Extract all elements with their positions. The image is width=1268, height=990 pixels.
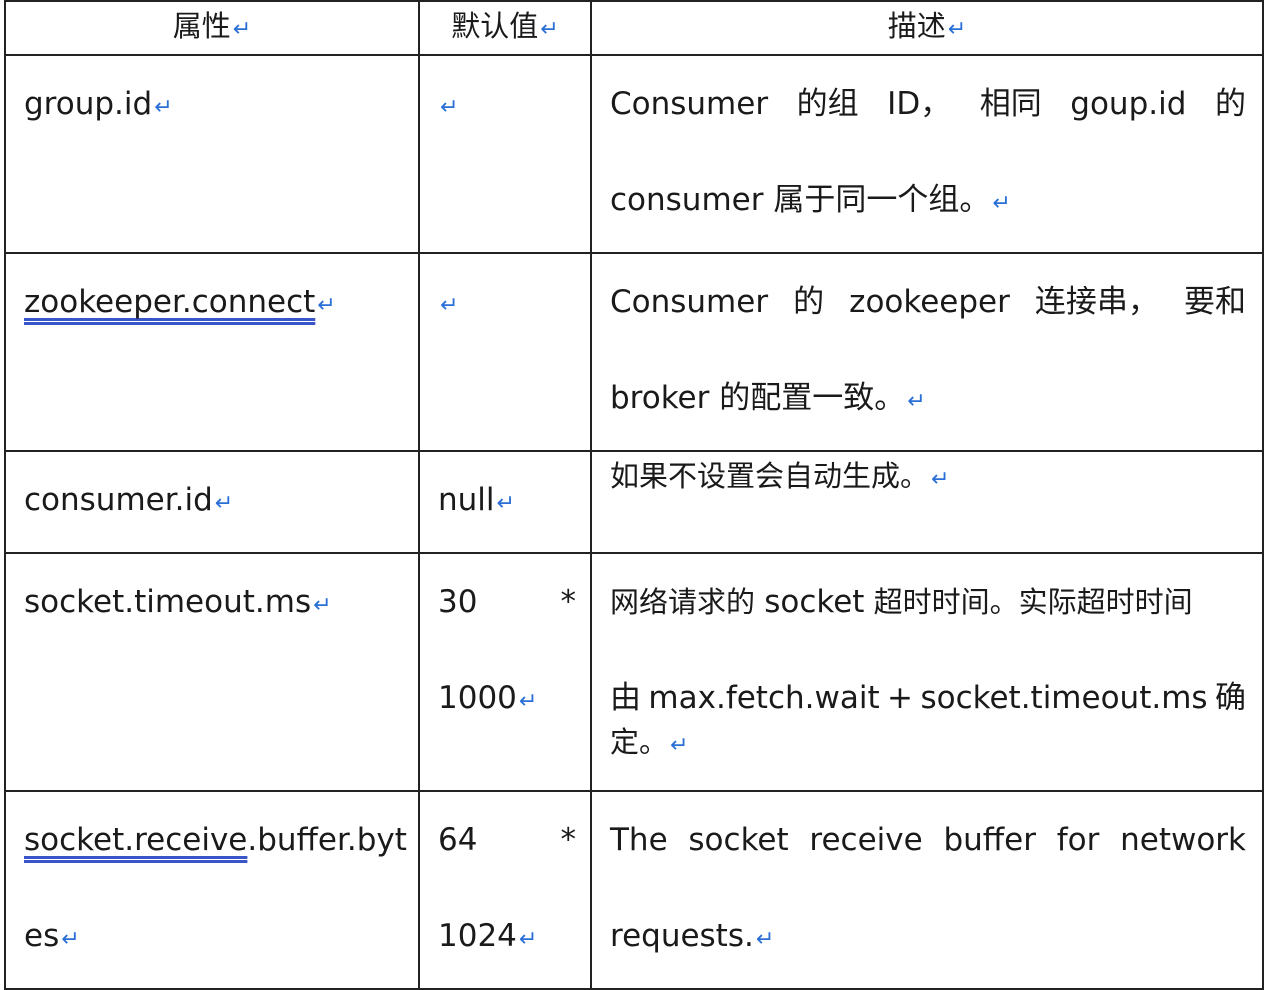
- property-cell: socket.timeout.ms↵: [4, 552, 420, 792]
- return-mark-icon: ↵: [755, 927, 775, 952]
- property-cell: zookeeper.connect↵: [4, 252, 420, 452]
- default-cell: ↵: [418, 54, 592, 254]
- default-line: 30 *: [438, 554, 576, 650]
- default-cell: ↵: [418, 252, 592, 452]
- return-mark-icon: ↵: [313, 593, 332, 618]
- default-cell: 64 * 1024↵: [418, 790, 592, 990]
- return-mark-icon: ↵: [907, 389, 926, 414]
- return-mark-icon: ↵: [232, 17, 252, 42]
- desc-line: requests.↵: [610, 918, 775, 954]
- desc-line: broker 的配置一致。↵: [610, 380, 926, 416]
- default-line: 64 *: [438, 792, 576, 888]
- desc-line: The socket receive buffer for network: [610, 822, 1246, 858]
- return-mark-icon: ↵: [518, 927, 538, 952]
- table-row: consumer.id↵ null↵ 如果不设置会自动生成。↵: [4, 450, 1264, 554]
- return-mark-icon: ↵: [440, 95, 459, 120]
- return-mark-icon: ↵: [947, 17, 967, 42]
- default-line: 1000↵: [438, 680, 538, 716]
- desc-line: Consumer 的 zookeeper 连接串， 要和: [610, 284, 1246, 320]
- property-cell: consumer.id↵: [4, 450, 420, 554]
- desc-line: 由 max.fetch.wait + socket.timeout.ms 确: [610, 680, 1246, 716]
- desc-line: consumer 属于同一个组。↵: [610, 182, 1011, 218]
- property-cell: socket.receive.buffer.byt es↵: [4, 790, 420, 990]
- return-mark-icon: ↵: [540, 17, 559, 42]
- desc-line: 如果不设置会自动生成。↵: [610, 459, 950, 493]
- description-cell: 网络请求的 socket 超时时间。实际超时时间 由 max.fetch.wait…: [590, 552, 1264, 792]
- return-mark-icon: ↵: [931, 467, 950, 492]
- property-cell: group.id↵: [4, 54, 420, 254]
- return-mark-icon: ↵: [61, 927, 80, 952]
- return-mark-icon: ↵: [670, 733, 689, 758]
- property-line: es↵: [24, 918, 80, 954]
- description-cell: Consumer 的 zookeeper 连接串， 要和 broker 的配置一致。↵: [590, 252, 1264, 452]
- config-table: 属性↵ 默认值↵ 描述↵ group.id↵ ↵ Consumer 的组 ID， 相同…: [4, 0, 1264, 990]
- multiply-sign: *: [560, 822, 577, 858]
- desc-line: 网络请求的 socket 超时时间。实际超时时间: [610, 584, 1193, 620]
- description-cell: Consumer 的组 ID， 相同 goup.id 的 consumer 属于同一个组。…: [590, 54, 1264, 254]
- description-cell: 如果不设置会自动生成。↵: [590, 450, 1264, 554]
- table-row: group.id↵ ↵ Consumer 的组 ID， 相同 goup.id 的 cons…: [4, 54, 1264, 254]
- return-mark-icon: ↵: [214, 491, 234, 516]
- header-row: 属性↵ 默认值↵ 描述↵: [4, 0, 1264, 56]
- property-line: socket.receive.buffer.byt: [24, 822, 407, 858]
- table-row: socket.timeout.ms↵ 30 * 1000↵ 网络请求的 socke…: [4, 552, 1264, 792]
- table-row: socket.receive.buffer.byt es↵ 64 * 1024↵ …: [4, 790, 1264, 990]
- header-default: 默认值↵: [418, 0, 592, 56]
- description-cell: The socket receive buffer for network request…: [590, 790, 1264, 990]
- table-row: zookeeper.connect↵ ↵ Consumer 的 zookeeper 连…: [4, 252, 1264, 452]
- return-mark-icon: ↵: [518, 689, 538, 714]
- return-mark-icon: ↵: [154, 95, 173, 120]
- header-description: 描述↵: [590, 0, 1264, 56]
- return-mark-icon: ↵: [992, 191, 1011, 216]
- default-cell: null↵: [418, 450, 592, 554]
- multiply-sign: *: [560, 584, 577, 620]
- desc-line: Consumer 的组 ID， 相同 goup.id 的: [610, 86, 1246, 122]
- return-mark-icon: ↵: [317, 293, 336, 318]
- header-property: 属性↵: [4, 0, 420, 56]
- default-cell: 30 * 1000↵: [418, 552, 592, 792]
- return-mark-icon: ↵: [440, 293, 459, 318]
- return-mark-icon: ↵: [496, 491, 515, 516]
- default-line: 1024↵: [438, 918, 538, 954]
